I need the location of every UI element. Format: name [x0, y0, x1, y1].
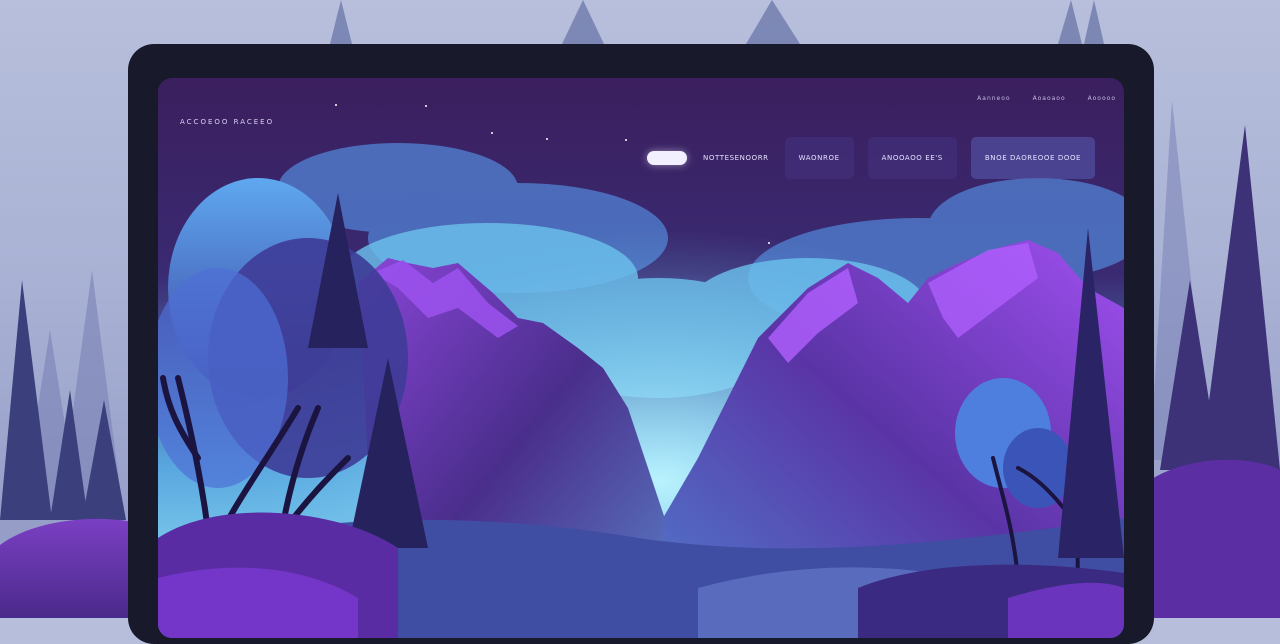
main-nav: Nottesenoorr Waonroe Anooaoo Ee'S Bnoe D… [647, 137, 1096, 179]
top-link[interactable]: Aanneoo [977, 95, 1010, 102]
top-link[interactable]: Aoaoaoo [1033, 95, 1066, 102]
nav-highlight-button[interactable] [647, 151, 687, 165]
website-screen: Accoeoo Raceeo Aanneoo Aoaoaoo Aooooo No… [158, 78, 1124, 638]
nav-cta-button[interactable]: Bnoe Daoreooe Dooe [970, 137, 1096, 179]
nav-item[interactable]: Anooaoo Ee'S [867, 137, 957, 179]
top-link[interactable]: Aooooo [1088, 95, 1116, 102]
nav-item[interactable]: Nottesenoorr [701, 137, 771, 179]
site-logo[interactable]: Accoeoo Raceeo [180, 118, 274, 126]
nav-item[interactable]: Waonroe [784, 137, 854, 179]
top-links: Aanneoo Aoaoaoo Aooooo [977, 95, 1116, 102]
